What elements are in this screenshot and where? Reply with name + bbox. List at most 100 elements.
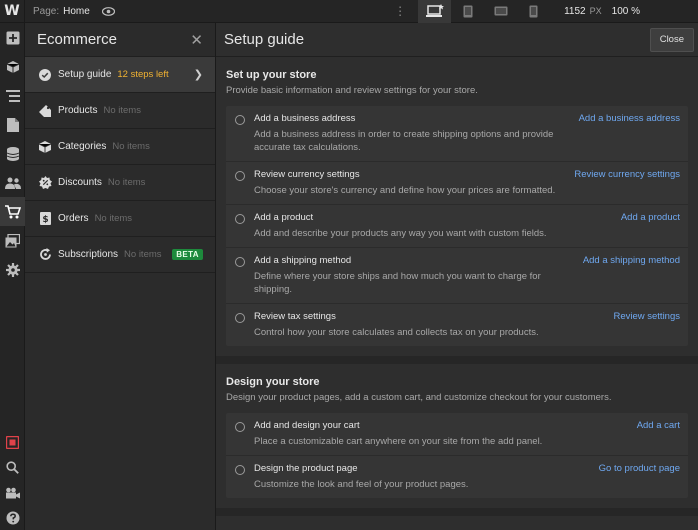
review-tax-settings-link[interactable]: Review settings	[613, 311, 680, 339]
steps-left-badge: 12 steps left	[117, 69, 169, 80]
task-description: Add and describe your products any way y…	[254, 228, 547, 239]
beta-badge: BETA	[172, 249, 203, 260]
task-product-page: Design the product page Customize the lo…	[226, 456, 688, 498]
task-list: Add and design your cart Place a customi…	[226, 413, 688, 498]
task-description: Add a business address in order to creat…	[254, 129, 554, 153]
nav-count: No items	[94, 213, 133, 224]
add-shipping-method-link[interactable]: Add a shipping method	[583, 255, 680, 296]
task-body: Design the product page Customize the lo…	[254, 463, 599, 491]
task-title: Add and design your cart	[254, 420, 360, 431]
task-title: Add a product	[254, 212, 314, 223]
task-radio[interactable]	[235, 171, 245, 181]
add-business-address-link[interactable]: Add a business address	[579, 113, 680, 154]
assets-images-icon[interactable]	[0, 226, 25, 255]
task-description: Choose your store's currency and define …	[254, 185, 556, 196]
panel-close-icon[interactable]: ✕	[190, 31, 203, 49]
video-tutorials-icon[interactable]	[0, 480, 25, 505]
ecommerce-cart-icon[interactable]	[0, 197, 25, 226]
cms-database-icon[interactable]	[0, 139, 25, 168]
nav-products[interactable]: Products No items	[25, 93, 215, 129]
nav-discounts[interactable]: Discounts No items	[25, 165, 215, 201]
setup-guide-main: Setup guide Close Set up your store Prov…	[216, 23, 698, 530]
panel-header: Ecommerce ✕	[25, 23, 215, 57]
rail-bottom-tools	[0, 430, 25, 530]
task-body: Review currency settings Choose your sto…	[254, 169, 574, 197]
nav-label: Subscriptions	[58, 249, 119, 260]
review-currency-settings-link[interactable]: Review currency settings	[574, 169, 680, 197]
nav-label: Setup guide	[58, 69, 112, 80]
left-icon-rail	[0, 23, 25, 530]
pages-icon[interactable]	[0, 110, 25, 139]
section-title: Set up your store	[226, 69, 317, 81]
nav-count: No items	[124, 249, 162, 260]
webflow-logo[interactable]: W	[0, 0, 25, 23]
more-options-icon[interactable]: ⋮	[392, 4, 408, 18]
mobile-portrait-icon[interactable]	[517, 0, 550, 23]
ecommerce-panel: Ecommerce ✕ Setup guide 12 steps left ❯ …	[25, 23, 216, 530]
device-switcher	[418, 0, 550, 23]
section-subtitle: Design your product pages, add a custom …	[226, 392, 612, 403]
task-radio[interactable]	[235, 257, 245, 267]
task-tax-settings: Review tax settings Control how your sto…	[226, 304, 688, 346]
task-radio[interactable]	[235, 422, 245, 432]
task-title: Review currency settings	[254, 169, 360, 180]
task-body: Add a business address Add a business ad…	[254, 113, 579, 154]
categories-cube-icon	[38, 140, 52, 154]
help-icon[interactable]	[0, 505, 25, 530]
nav-label: Categories	[58, 141, 107, 152]
go-to-product-page-link[interactable]: Go to product page	[599, 463, 680, 491]
task-description: Control how your store calculates and co…	[254, 327, 539, 338]
subscription-refresh-icon	[38, 248, 52, 262]
task-add-product: Add a product Add and describe your prod…	[226, 205, 688, 248]
tablet-icon[interactable]	[451, 0, 484, 23]
search-icon[interactable]	[0, 455, 25, 480]
add-cart-link[interactable]: Add a cart	[637, 420, 680, 448]
settings-gear-icon[interactable]	[0, 255, 25, 284]
dollar-receipt-icon: $	[38, 212, 52, 226]
nav-count: No items	[103, 105, 141, 116]
add-product-link[interactable]: Add a product	[621, 212, 680, 240]
mobile-landscape-icon[interactable]	[484, 0, 517, 23]
desktop-star-icon[interactable]	[418, 0, 452, 23]
task-radio[interactable]	[235, 313, 245, 323]
task-title: Design the product page	[254, 463, 358, 474]
task-radio[interactable]	[235, 465, 245, 475]
chevron-right-icon: ❯	[193, 69, 203, 81]
task-body: Add a shipping method Define where your …	[254, 255, 583, 296]
symbols-cube-icon[interactable]	[0, 52, 25, 81]
task-title: Review tax settings	[254, 311, 336, 322]
nav-categories[interactable]: Categories No items	[25, 129, 215, 165]
page-selector[interactable]: Home	[63, 6, 90, 17]
discount-badge-icon	[38, 176, 52, 190]
nav-orders[interactable]: $ Orders No items	[25, 201, 215, 237]
nav-subscriptions[interactable]: Subscriptions No items BETA	[25, 237, 215, 273]
section-subtitle: Provide basic information and review set…	[226, 85, 478, 96]
task-title: Add a business address	[254, 113, 356, 124]
nav-setup-guide[interactable]: Setup guide 12 steps left ❯	[25, 57, 215, 93]
task-list: Add a business address Add a business ad…	[226, 106, 688, 346]
task-radio[interactable]	[235, 214, 245, 224]
add-panel-icon[interactable]	[0, 23, 25, 52]
section-design-store: Design your store Design your product pa…	[216, 364, 698, 516]
viewport-unit: PX	[589, 6, 602, 16]
page-label: Page:	[33, 5, 60, 17]
viewport-width: 1152	[564, 5, 586, 17]
nav-label: Orders	[58, 213, 89, 224]
main-title: Setup guide	[224, 31, 305, 48]
audit-red-square-icon[interactable]	[0, 430, 25, 455]
navigator-icon[interactable]	[0, 81, 25, 110]
tag-icon	[38, 104, 52, 118]
close-button[interactable]: Close	[649, 27, 694, 52]
task-radio[interactable]	[235, 115, 245, 125]
section-set-up-store: Set up your store Provide basic informat…	[216, 57, 698, 364]
task-business-address: Add a business address Add a business ad…	[226, 106, 688, 162]
preview-eye-icon[interactable]	[102, 4, 116, 18]
svg-text:$: $	[42, 215, 48, 225]
users-icon[interactable]	[0, 168, 25, 197]
nav-count: No items	[112, 141, 150, 152]
nav-count: No items	[107, 177, 146, 188]
task-description: Place a customizable cart anywhere on yo…	[254, 436, 543, 447]
section-title: Design your store	[226, 376, 320, 388]
top-bar: W Page: Home ⋮ 1152 PX 100 %	[0, 0, 698, 23]
zoom-level: 100 %	[611, 5, 640, 17]
